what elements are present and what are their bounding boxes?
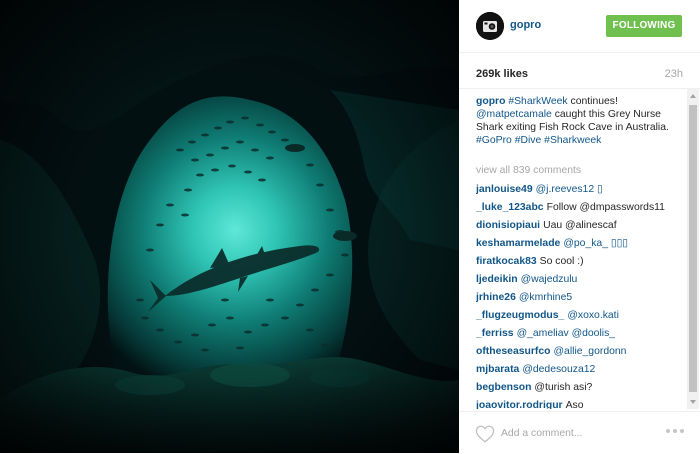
avatar[interactable] [476, 12, 504, 40]
comment-item: keshamarmelade @po_ka_ ▯▯▯ [476, 237, 686, 250]
post-author-username[interactable]: gopro [510, 19, 541, 31]
comment-item: joaovitor.rodrigur Aso [476, 399, 686, 409]
heart-icon[interactable] [475, 425, 495, 443]
comment-username[interactable]: joaovitor.rodrigur [476, 400, 563, 409]
caption-text: continues! [570, 96, 618, 107]
comment-text: @allie_gordonn [553, 346, 627, 357]
comment-username[interactable]: janlouise49 [476, 184, 533, 195]
post-footer [459, 411, 700, 454]
comment-username[interactable]: _ferriss [476, 328, 514, 339]
comment-text: @wajedzulu [520, 274, 578, 285]
scrollbar-thumb[interactable] [689, 105, 697, 392]
comment-username[interactable]: begbenson [476, 382, 531, 393]
comment-username[interactable]: dionisiopiaui [476, 220, 540, 231]
post-caption: gopro #SharkWeek continues! @matpetcamal… [476, 95, 682, 147]
scroll-up-arrow-icon[interactable] [690, 94, 696, 98]
view-all-comments-link[interactable]: view all 839 comments [476, 165, 581, 176]
comment-item: mjbarata @dedesouza12 [476, 363, 686, 376]
hashtag-link[interactable]: #GoPro [476, 135, 512, 146]
more-options-icon[interactable] [666, 427, 684, 435]
comment-item: janlouise49 @j.reeves12 ▯ [476, 183, 686, 196]
comment-username[interactable]: _flugzeugmodus_ [476, 310, 564, 321]
comment-item: _flugzeugmodus_ @xoxo.kati [476, 309, 686, 322]
comment-text: @dedesouza12 [522, 364, 596, 375]
comment-item: begbenson @turish asi? [476, 381, 686, 394]
comment-username[interactable]: _luke_123abc [476, 202, 544, 213]
comment-username[interactable]: oftheseasurfco [476, 346, 551, 357]
comment-text: @po_ka_ ▯▯▯ [563, 238, 629, 249]
comment-text: Uau @alinescaf [543, 220, 617, 231]
gopro-camera-icon [476, 12, 504, 40]
comment-text: Follow @dmpasswords11 [546, 202, 665, 213]
comment-username[interactable]: firatkocak83 [476, 256, 537, 267]
post-header: gopro FOLLOWING [459, 0, 700, 53]
comment-item: _ferriss @_ameliav @doolis_ [476, 327, 686, 340]
comment-text: @turish asi? [534, 382, 593, 393]
hashtag-link[interactable]: #Sharkweek [544, 135, 601, 146]
post-details-panel: gopro FOLLOWING 269k likes 23h gopro #Sh… [459, 0, 700, 453]
likes-count[interactable]: 269k likes [476, 68, 528, 80]
comment-text: So cool :) [539, 256, 584, 267]
comments-list[interactable]: gopro #SharkWeek continues! @matpetcamal… [459, 89, 687, 409]
comment-text: @kmrhine5 [518, 292, 573, 303]
comment-item: jrhine26 @kmrhine5 [476, 291, 686, 304]
comments-scrollbar[interactable] [687, 89, 699, 409]
post-timestamp[interactable]: 23h [665, 68, 683, 80]
hashtag-link[interactable]: #SharkWeek [508, 96, 567, 107]
comment-text: Aso [565, 400, 584, 409]
caption-username[interactable]: gopro [476, 96, 505, 107]
comment-item: oftheseasurfco @allie_gordonn [476, 345, 686, 358]
comment-username[interactable]: mjbarata [476, 364, 519, 375]
comment-username[interactable]: ljedeikin [476, 274, 518, 285]
comment-item: firatkocak83 So cool :) [476, 255, 686, 268]
mention-link[interactable]: @matpetcamale [476, 109, 552, 120]
following-button[interactable]: FOLLOWING [606, 15, 682, 37]
post-photo[interactable] [0, 0, 459, 453]
post-stats: 269k likes 23h [459, 52, 700, 89]
shark-cave-image [0, 0, 459, 453]
comment-item: dionisiopiaui Uau @alinescaf [476, 219, 686, 232]
comment-text: @j.reeves12 ▯ [535, 184, 603, 195]
hashtag-link[interactable]: #Dive [515, 135, 542, 146]
comment-text: @xoxo.kati [567, 310, 619, 321]
comment-username[interactable]: keshamarmelade [476, 238, 560, 249]
add-comment-input[interactable] [501, 424, 641, 442]
comment-username[interactable]: jrhine26 [476, 292, 516, 303]
scroll-down-arrow-icon[interactable] [690, 400, 696, 404]
comment-item: _luke_123abc Follow @dmpasswords11 [476, 201, 686, 214]
comment-text: @_ameliav @doolis_ [516, 328, 616, 339]
comment-item: ljedeikin @wajedzulu [476, 273, 686, 286]
